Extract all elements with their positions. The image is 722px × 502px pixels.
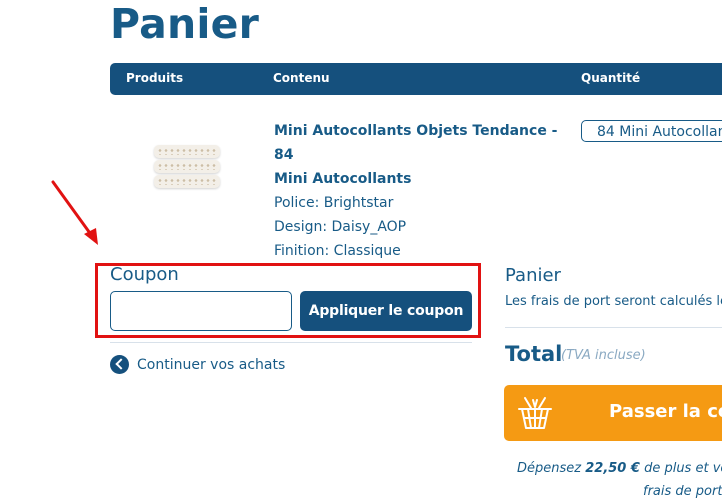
shipping-note: Les frais de port seront calculés le bbox=[505, 294, 722, 309]
tax-note: (TVA incluse) bbox=[561, 348, 646, 363]
free-shipping-line2: frais de port bbox=[643, 484, 722, 499]
product-image[interactable] bbox=[154, 145, 222, 191]
continue-shopping-label: Continuer vos achats bbox=[137, 356, 286, 373]
chevron-left-icon bbox=[110, 355, 129, 374]
product-name-line: Mini Autocollants bbox=[274, 171, 412, 187]
sticker-strip bbox=[154, 145, 220, 158]
product-finish: Finition: Classique bbox=[274, 243, 401, 259]
divider bbox=[110, 342, 472, 343]
continue-shopping-link[interactable]: Continuer vos achats bbox=[110, 355, 285, 374]
product-details: Mini Autocollants Objets Tendance - 84 M… bbox=[274, 119, 564, 263]
sticker-strip bbox=[154, 160, 220, 173]
coupon-label: Coupon bbox=[110, 264, 179, 285]
quantity-select[interactable]: 84 Mini Autocollants bbox=[581, 120, 722, 142]
apply-coupon-button[interactable]: Appliquer le coupon bbox=[300, 291, 472, 331]
product-design: Design: Daisy_AOP bbox=[274, 219, 407, 235]
header-content: Contenu bbox=[273, 71, 330, 85]
total-label: Total bbox=[505, 342, 563, 366]
header-products: Produits bbox=[126, 71, 184, 85]
header-quantity: Quantité bbox=[581, 71, 641, 85]
product-font: Police: Brightstar bbox=[274, 195, 394, 211]
free-shipping-suffix: de plus et vo bbox=[639, 461, 722, 476]
coupon-input[interactable] bbox=[110, 291, 292, 331]
annotation-arrow-icon bbox=[51, 180, 98, 245]
cart-table-header: Produits Contenu Quantité bbox=[110, 63, 722, 95]
free-shipping-prefix: Dépensez bbox=[517, 461, 586, 476]
free-shipping-amount: 22,50 € bbox=[585, 461, 640, 476]
checkout-button-label: Passer la com bbox=[609, 401, 722, 422]
summary-title: Panier bbox=[505, 265, 561, 286]
page-title: Panier bbox=[110, 0, 260, 48]
divider bbox=[505, 327, 722, 328]
product-name[interactable]: Mini Autocollants Objets Tendance - 84 M… bbox=[274, 119, 564, 191]
product-name-line: Mini Autocollants Objets Tendance - 84 bbox=[274, 123, 558, 163]
sticker-strip bbox=[154, 175, 220, 188]
checkout-button[interactable]: Passer la com bbox=[504, 385, 722, 441]
cart-page: Panier Produits Contenu Quantité Mini Au… bbox=[0, 0, 722, 502]
free-shipping-line1: Dépensez 22,50 € de plus et vo bbox=[517, 457, 722, 481]
basket-icon bbox=[518, 397, 552, 429]
